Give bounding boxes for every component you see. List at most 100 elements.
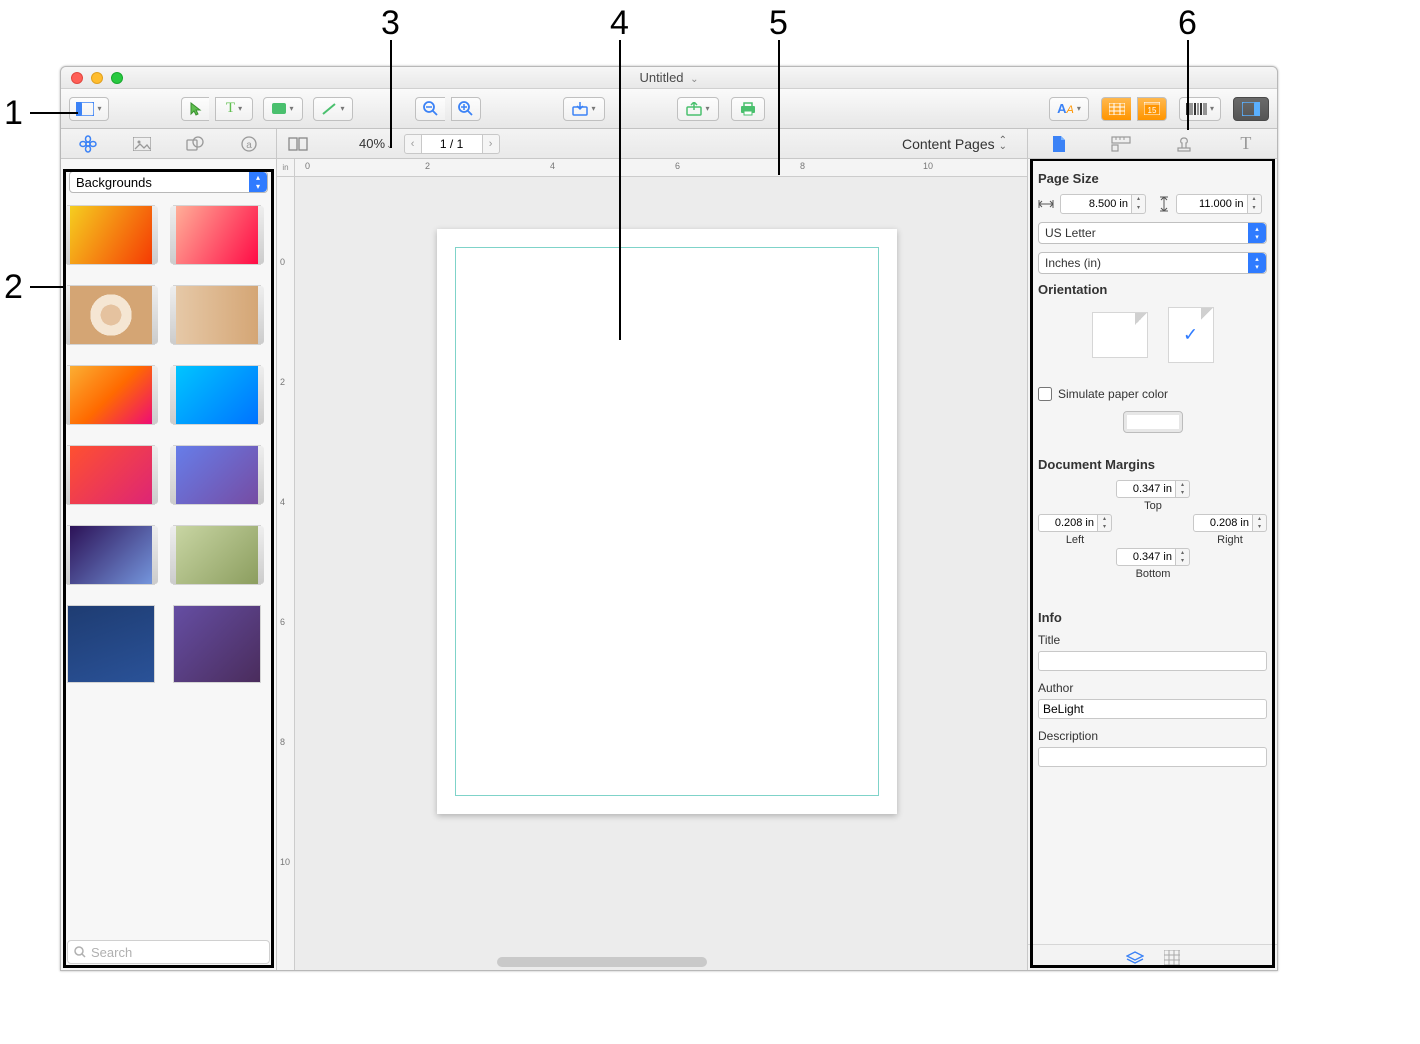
print-button[interactable]: [731, 97, 765, 121]
import-button[interactable]: ▾: [563, 97, 605, 121]
ruler-tick: 2: [425, 161, 430, 171]
shape-tool-button[interactable]: ▾: [263, 97, 303, 121]
table-button[interactable]: [1101, 97, 1131, 121]
close-window-button[interactable]: [71, 72, 83, 84]
simulate-paper-checkbox[interactable]: [1038, 387, 1052, 401]
select-arrows-icon: ▴▾: [1248, 223, 1266, 243]
margin-top-input[interactable]: [1116, 480, 1176, 498]
orientation-portrait-button[interactable]: ✓: [1168, 307, 1214, 363]
document-title-text: Untitled: [639, 70, 683, 85]
toggle-source-panel-button[interactable]: ▾: [69, 97, 109, 121]
share-button[interactable]: ▾: [677, 97, 719, 121]
zoom-dropdown[interactable]: 40%⌄: [359, 136, 394, 151]
page-number-field[interactable]: 1 / 1: [422, 134, 482, 154]
ruler-tab[interactable]: [1110, 133, 1132, 155]
stepper[interactable]: ▴▾: [1132, 194, 1146, 214]
page-height-field[interactable]: ▴▾: [1176, 194, 1268, 214]
callout-line: [619, 40, 621, 340]
calendar-button[interactable]: 15: [1137, 97, 1167, 121]
page-preset-select[interactable]: US Letter ▴▾: [1038, 222, 1267, 244]
stepper[interactable]: ▴▾: [1176, 548, 1190, 566]
stepper[interactable]: ▴▾: [1248, 194, 1262, 214]
orientation-landscape-button[interactable]: [1092, 312, 1148, 358]
select-arrows-icon: ▴▾: [1248, 253, 1266, 273]
margin-left-input[interactable]: [1038, 514, 1098, 532]
description-input[interactable]: [1038, 747, 1267, 767]
callout-5: 5: [769, 4, 788, 43]
margin-right-input[interactable]: [1193, 514, 1253, 532]
paper-color-well[interactable]: [1123, 411, 1183, 433]
rectangle-icon: [272, 103, 286, 114]
stepper[interactable]: ▴▾: [1253, 514, 1267, 532]
background-thumb[interactable]: [67, 525, 155, 585]
page-width-field[interactable]: ▴▾: [1060, 194, 1152, 214]
arrange-tab[interactable]: [1173, 133, 1195, 155]
units-select[interactable]: Inches (in) ▴▾: [1038, 252, 1267, 274]
background-thumb[interactable]: [67, 205, 155, 265]
background-thumb[interactable]: [173, 205, 261, 265]
page-size-heading: Page Size: [1038, 171, 1267, 186]
prev-page-button[interactable]: ‹: [404, 134, 422, 154]
margin-right-label: Right: [1217, 534, 1243, 546]
grid-button[interactable]: [1164, 950, 1180, 966]
barcode-button[interactable]: ▾: [1179, 97, 1221, 121]
background-thumb[interactable]: [173, 525, 261, 585]
zoom-out-button[interactable]: [415, 97, 445, 121]
search-input[interactable]: Search: [67, 940, 270, 964]
ruler-tick: 10: [280, 857, 290, 867]
horizontal-scrollbar[interactable]: [497, 957, 707, 967]
page-width-input[interactable]: [1060, 194, 1132, 214]
author-input[interactable]: [1038, 699, 1267, 719]
background-thumb[interactable]: [67, 285, 155, 345]
zoom-window-button[interactable]: [111, 72, 123, 84]
document-page[interactable]: [437, 229, 897, 814]
ruler-tick: 0: [280, 257, 285, 267]
inspector-footer: [1028, 944, 1277, 970]
font-icon: AA: [1057, 101, 1074, 116]
background-thumb[interactable]: [173, 445, 261, 505]
stepper[interactable]: ▴▾: [1176, 480, 1190, 498]
share-icon: [686, 102, 702, 116]
import-icon: [572, 102, 588, 116]
canvas-area[interactable]: in 0 2 4 6 8 10 0 2 4 6 8 10: [277, 159, 1027, 970]
smart-shapes-tab[interactable]: a: [238, 133, 260, 155]
stamp-icon: [1175, 135, 1193, 153]
next-page-button[interactable]: ›: [482, 134, 500, 154]
chevron-down-icon: ▾: [1077, 104, 1081, 113]
minimize-window-button[interactable]: [91, 72, 103, 84]
background-thumb[interactable]: [67, 445, 155, 505]
search-icon: [74, 946, 86, 958]
titlebar: Untitled ⌄: [61, 67, 1277, 89]
letter-a-icon: a: [241, 136, 257, 152]
selection-tool-button[interactable]: [181, 97, 209, 121]
layers-button[interactable]: [1126, 951, 1144, 965]
panel-left-icon: [76, 102, 94, 116]
photos-tab[interactable]: [131, 133, 153, 155]
background-thumb[interactable]: [67, 605, 155, 683]
title-input[interactable]: [1038, 651, 1267, 671]
line-tool-button[interactable]: ▾: [313, 97, 353, 121]
pages-view-button[interactable]: [287, 133, 309, 155]
margins-heading: Document Margins: [1038, 457, 1267, 472]
callout-3: 3: [381, 4, 400, 43]
background-thumb[interactable]: [173, 285, 261, 345]
stepper[interactable]: ▴▾: [1098, 514, 1112, 532]
page-height-input[interactable]: [1176, 194, 1248, 214]
zoom-value: 40%: [359, 136, 385, 151]
background-thumb[interactable]: [173, 365, 261, 425]
toggle-inspector-button[interactable]: [1233, 97, 1269, 121]
source-category-select[interactable]: Backgrounds ▴▾: [69, 171, 268, 193]
shapes-tab[interactable]: [184, 133, 206, 155]
callout-line: [30, 286, 66, 288]
margin-bottom-input[interactable]: [1116, 548, 1176, 566]
document-title[interactable]: Untitled ⌄: [639, 70, 698, 85]
background-thumb[interactable]: [67, 365, 155, 425]
zoom-in-button[interactable]: [451, 97, 481, 121]
font-format-button[interactable]: AA ▾: [1049, 97, 1089, 121]
content-pages-dropdown[interactable]: Content Pages ⌃⌄: [902, 136, 1007, 152]
clipart-tab[interactable]: [77, 133, 99, 155]
text-format-tab[interactable]: T: [1235, 133, 1257, 155]
document-tab[interactable]: [1048, 133, 1070, 155]
text-tool-button[interactable]: T ▾: [215, 97, 253, 121]
background-thumb[interactable]: [173, 605, 261, 683]
